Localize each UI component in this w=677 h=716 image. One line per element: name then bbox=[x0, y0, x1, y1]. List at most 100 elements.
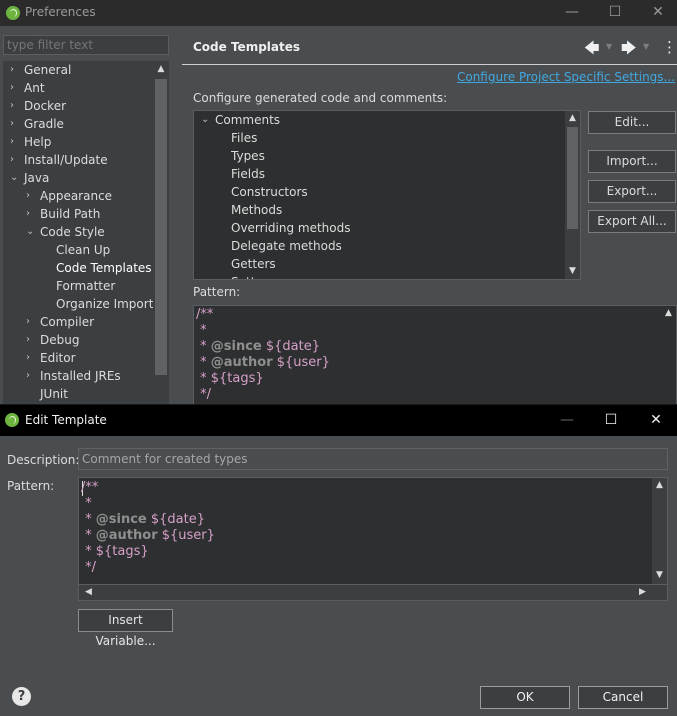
scroll-down-icon[interactable]: ▼ bbox=[652, 568, 667, 583]
scroll-up-icon[interactable]: ▲ bbox=[652, 478, 667, 493]
tree-item-label: Installed JREs bbox=[40, 369, 121, 383]
chevron-right-icon[interactable]: › bbox=[26, 187, 36, 205]
javadoc-tag: @since bbox=[95, 512, 147, 527]
chevron-right-icon[interactable]: › bbox=[26, 331, 36, 349]
help-icon[interactable]: ? bbox=[12, 687, 31, 706]
tree-item-label: General bbox=[24, 63, 72, 77]
code-text: * ${tags} bbox=[81, 544, 149, 559]
spring-logo-icon bbox=[6, 6, 20, 20]
view-menu-icon[interactable]: ⋮ bbox=[662, 38, 677, 56]
minimize-button[interactable]: — bbox=[551, 0, 593, 26]
scroll-right-icon[interactable]: ▶ bbox=[635, 585, 650, 600]
code-line: /** bbox=[196, 307, 213, 323]
back-arrow-icon[interactable]: 🡄 bbox=[584, 38, 600, 63]
vertical-scrollbar[interactable]: ▲ ▼ bbox=[652, 478, 667, 584]
code-variable: ${user} bbox=[157, 528, 215, 543]
javadoc-tag: @author bbox=[210, 355, 273, 370]
page-title: Code Templates bbox=[193, 40, 301, 54]
scroll-up-icon[interactable]: ▲ bbox=[565, 111, 580, 126]
scroll-thumb[interactable] bbox=[567, 127, 578, 229]
tree-item-label: Gradle bbox=[24, 117, 64, 131]
scroll-down-icon[interactable]: ▼ bbox=[565, 264, 580, 279]
code-line: * ${tags} bbox=[81, 544, 149, 560]
chevron-right-icon[interactable]: › bbox=[10, 151, 20, 169]
template-item-label: Files bbox=[231, 131, 258, 145]
ok-button[interactable]: OK bbox=[480, 686, 570, 709]
chevron-right-icon[interactable]: › bbox=[10, 133, 20, 151]
chevron-right-icon[interactable]: › bbox=[26, 349, 36, 367]
template-scrollbar[interactable]: ▲ ▼ bbox=[565, 111, 580, 279]
chevron-right-icon[interactable]: › bbox=[26, 367, 36, 385]
pattern-editor[interactable]: ▲ ▼ ◀ ▶ /** * * @since ${date} * @author… bbox=[78, 477, 668, 601]
scroll-up-icon[interactable]: ▲ bbox=[661, 306, 676, 321]
chevron-right-icon[interactable]: › bbox=[10, 97, 20, 115]
template-item-label: Constructors bbox=[231, 185, 308, 199]
code-line: * bbox=[81, 496, 92, 512]
export-all-button[interactable]: Export All... bbox=[588, 210, 676, 233]
chevron-down-icon[interactable]: ⌄ bbox=[201, 111, 211, 129]
tree-scrollbar[interactable]: ▲ bbox=[153, 61, 169, 405]
chevron-right-icon[interactable]: › bbox=[26, 205, 36, 223]
template-item-label: Overriding methods bbox=[231, 221, 351, 235]
javadoc-tag: @since bbox=[210, 339, 262, 354]
pattern-preview[interactable]: ▲ /** * * @since ${date} * @author ${use… bbox=[193, 305, 677, 405]
chevron-down-icon[interactable]: ⌄ bbox=[26, 223, 36, 241]
template-item-label: Methods bbox=[231, 203, 283, 217]
code-text: */ bbox=[196, 387, 212, 402]
tree-item-label: Build Path bbox=[40, 207, 101, 221]
template-item-label: Types bbox=[231, 149, 265, 163]
maximize-button[interactable]: ☐ bbox=[590, 405, 632, 436]
chevron-right-icon[interactable]: › bbox=[26, 313, 36, 331]
tree-item-label: Help bbox=[24, 135, 52, 149]
export-button[interactable]: Export... bbox=[588, 180, 676, 203]
cancel-button[interactable]: Cancel bbox=[578, 686, 668, 709]
maximize-button[interactable]: ☐ bbox=[594, 0, 636, 26]
close-button[interactable]: ✕ bbox=[637, 0, 677, 26]
code-line: * bbox=[196, 323, 207, 339]
chevron-down-icon[interactable]: ⌄ bbox=[10, 169, 20, 187]
code-text: * bbox=[81, 512, 96, 527]
template-item-label: Fields bbox=[231, 167, 265, 181]
template-item-label: Setters bbox=[231, 273, 274, 279]
header-divider bbox=[182, 64, 677, 65]
preferences-tree: › General › Ant › Docker › Gradle › Help › Install/… bbox=[3, 61, 153, 405]
configure-project-settings-link[interactable]: Configure Project Specific Settings... bbox=[457, 70, 675, 84]
template-item-label: Getters bbox=[231, 257, 276, 271]
back-dropdown-icon[interactable]: ▼ bbox=[606, 42, 612, 51]
description-label: Description: bbox=[7, 453, 80, 467]
edit-template-dialog: Edit Template — ☐ ✕ Description: Pattern… bbox=[0, 404, 677, 716]
pattern-label: Pattern: bbox=[193, 285, 241, 299]
pattern-label: Pattern: bbox=[7, 479, 55, 493]
description-input[interactable] bbox=[78, 448, 668, 470]
javadoc-tag: @author bbox=[95, 528, 158, 543]
configure-label: Configure generated code and comments: bbox=[193, 91, 448, 105]
code-line: */ bbox=[196, 387, 211, 403]
code-text: * bbox=[81, 496, 92, 511]
code-line: * ${tags} bbox=[196, 371, 264, 387]
code-variable: ${date} bbox=[146, 512, 206, 527]
scroll-up-icon[interactable]: ▲ bbox=[153, 61, 169, 77]
code-line: /** bbox=[81, 480, 98, 496]
minimize-button: — bbox=[560, 412, 574, 428]
scroll-left-icon[interactable]: ◀ bbox=[81, 585, 96, 600]
tree-item-label: Clean Up bbox=[56, 243, 111, 257]
close-button[interactable]: ✕ bbox=[635, 405, 677, 436]
chevron-right-icon[interactable]: › bbox=[10, 115, 20, 133]
chevron-right-icon[interactable]: › bbox=[10, 79, 20, 97]
import-button[interactable]: Import... bbox=[588, 150, 676, 173]
edit-button[interactable]: Edit... bbox=[588, 111, 676, 134]
tree-item-label: Editor bbox=[40, 351, 76, 365]
dialog-title-bar: Edit Template — ☐ ✕ bbox=[0, 405, 677, 436]
forward-dropdown-icon[interactable]: ▼ bbox=[643, 42, 649, 51]
chevron-right-icon[interactable]: › bbox=[10, 61, 20, 79]
code-line: * @author ${user} bbox=[196, 355, 330, 371]
scroll-thumb[interactable] bbox=[155, 79, 167, 375]
template-item-label: Comments bbox=[215, 113, 281, 127]
code-line: * @since ${date} bbox=[81, 512, 205, 528]
horizontal-scrollbar[interactable]: ◀ ▶ bbox=[79, 584, 667, 600]
insert-variable-button[interactable]: Insert Variable... bbox=[78, 609, 173, 648]
tree-item-label: Compiler bbox=[40, 315, 95, 329]
filter-input[interactable] bbox=[3, 35, 169, 55]
spring-logo-icon bbox=[5, 413, 19, 427]
forward-arrow-icon[interactable]: 🡆 bbox=[621, 38, 637, 63]
